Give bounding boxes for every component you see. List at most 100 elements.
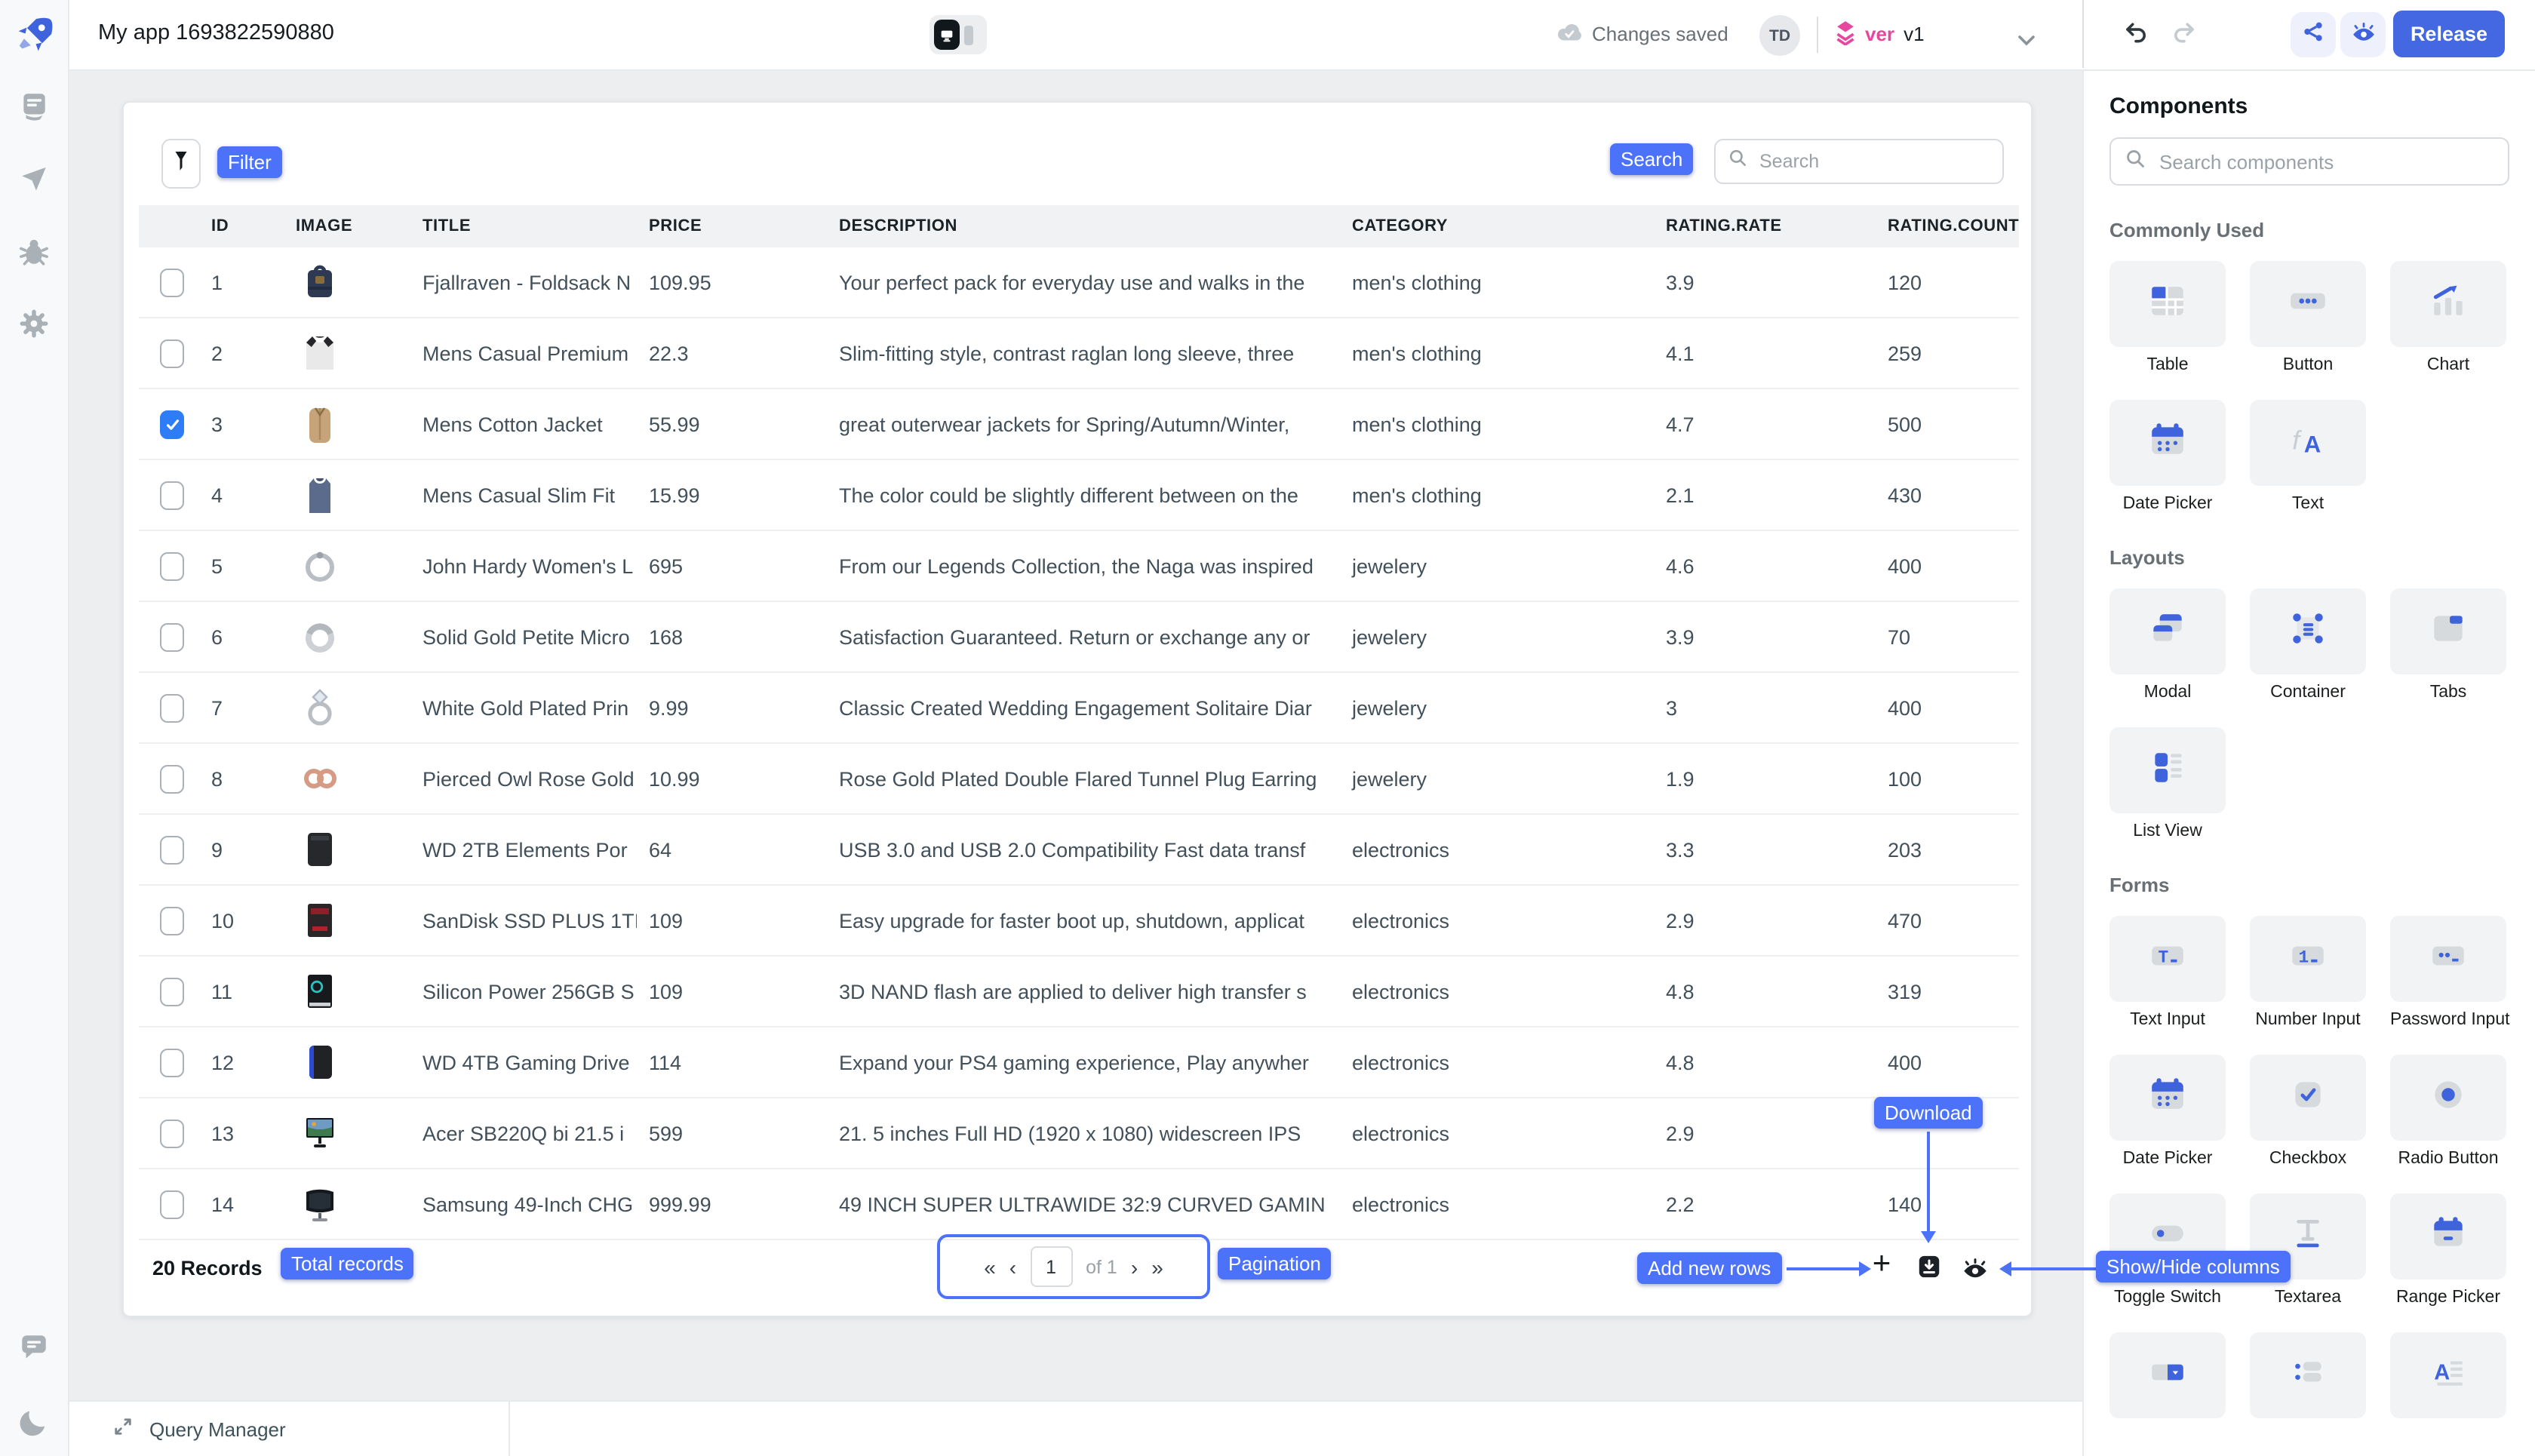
chevron-down-icon[interactable] [2017,27,2036,54]
column-header-rating-count[interactable]: RATING.COUNT [1876,217,2019,235]
debugger-bug-icon[interactable] [18,235,50,267]
mobile-icon[interactable] [964,25,973,45]
table-row[interactable]: 6Solid Gold Petite Micro168Satisfaction … [139,602,2019,673]
dark-mode-moon-icon[interactable] [18,1406,50,1438]
show-hide-columns-button[interactable] [1962,1257,1989,1286]
query-manager-bar[interactable]: Query Manager [69,1400,2082,1456]
row-checkbox[interactable] [160,906,184,935]
inspector-cursor-icon[interactable] [18,163,50,195]
component-card-textarea[interactable]: Textarea [2250,1193,2366,1307]
component-card-table[interactable]: Table [2109,261,2226,374]
component-card-text[interactable]: fAText [2250,400,2366,513]
row-checkbox-checked[interactable] [160,410,184,438]
table-row[interactable]: 11Silicon Power 256GB S1093D NAND flash … [139,957,2019,1027]
component-card-list-view[interactable]: List View [2109,727,2226,840]
row-checkbox[interactable] [160,693,184,722]
component-card-container[interactable]: Container [2250,588,2366,702]
table-row[interactable]: 14Samsung 49-Inch CHG999.9949 INCH SUPER… [139,1169,2019,1240]
row-checkbox[interactable] [160,481,184,509]
component-card-chart[interactable]: Chart [2390,261,2506,374]
table-header-row: IDIMAGETITLEPRICEDESCRIPTIONCATEGORYRATI… [139,205,2019,247]
row-checkbox[interactable] [160,977,184,1006]
component-card-tabs[interactable]: Tabs [2390,588,2506,702]
cell-title: Acer SB220Q bi 21.5 i [410,1122,637,1144]
table-row[interactable]: 3Mens Cotton Jacket55.99great outerwear … [139,389,2019,460]
filter-button[interactable] [161,139,201,189]
component-card-select[interactable] [2109,1332,2226,1427]
column-header-rating-rate[interactable]: RATING.RATE [1654,217,1876,235]
cell-id: 6 [199,625,284,648]
cell-rating-rate: 4.8 [1654,980,1876,1003]
component-card-modal[interactable]: Modal [2109,588,2226,702]
desktop-icon[interactable] [934,20,960,50]
row-checkbox[interactable] [160,1119,184,1147]
cell-rating-rate: 2.2 [1654,1193,1876,1215]
app-logo-rocket-icon[interactable] [14,15,54,56]
table-row[interactable]: 12WD 4TB Gaming Drive114Expand your PS4 … [139,1027,2019,1098]
user-avatar[interactable]: TD [1759,15,1800,56]
column-header-id[interactable]: ID [199,217,284,235]
component-card-radio-button[interactable]: Radio Button [2390,1055,2506,1168]
component-card-toggle-switch[interactable]: Toggle Switch [2109,1193,2226,1307]
component-card-range-picker[interactable]: Range Picker [2390,1193,2506,1307]
row-checkbox[interactable] [160,1048,184,1077]
table-search-box[interactable] [1714,139,2004,184]
share-button[interactable] [2291,12,2336,57]
table-row[interactable]: 1Fjallraven - Foldsack N109.95Your perfe… [139,247,2019,318]
comments-icon[interactable] [18,1332,50,1364]
column-header-price[interactable]: PRICE [637,217,827,235]
desktop-mobile-toggle[interactable] [930,15,987,54]
row-checkbox[interactable] [160,835,184,864]
components-search-input[interactable] [2156,149,2494,174]
version-selector[interactable]: ver v1 [1835,20,1925,49]
column-header-category[interactable]: CATEGORY [1340,217,1654,235]
component-card-richtext[interactable]: A [2390,1332,2506,1427]
column-header-description[interactable]: DESCRIPTION [827,217,1340,235]
cell-price: 64 [637,838,827,861]
row-checkbox[interactable] [160,622,184,651]
cell-price: 109 [637,980,827,1003]
expand-icon[interactable] [113,1416,133,1443]
redo-button[interactable] [2171,21,2197,52]
cell-description: Easy upgrade for faster boot up, shutdow… [827,909,1340,932]
row-checkbox[interactable] [160,551,184,580]
table-row[interactable]: 5John Hardy Women's L695From our Legends… [139,531,2019,602]
table-row[interactable]: 9WD 2TB Elements Por64USB 3.0 and USB 2.… [139,815,2019,886]
column-header-title[interactable]: TITLE [410,217,637,235]
table-row[interactable]: 2Mens Casual Premium22.3Slim-fitting sty… [139,318,2019,389]
add-new-rows-annotation-badge: Add new rows [1637,1252,1781,1284]
component-card-checkbox[interactable]: Checkbox [2250,1055,2366,1168]
table-search-input[interactable] [1756,149,2005,174]
cell-price: 55.99 [637,413,827,435]
table-widget[interactable]: IDIMAGETITLEPRICEDESCRIPTIONCATEGORYRATI… [122,101,2033,1317]
column-header-image[interactable]: IMAGE [284,217,410,235]
component-label: Password Input [2390,1011,2506,1029]
component-card-date-picker[interactable]: Date Picker [2109,1055,2226,1168]
component-label: Tabs [2390,683,2506,702]
component-card-password-input[interactable]: Password Input [2390,916,2506,1029]
table-row[interactable]: 4Mens Casual Slim Fit15.99The color coul… [139,460,2019,531]
data-table: IDIMAGETITLEPRICEDESCRIPTIONCATEGORYRATI… [139,205,2019,1240]
row-checkbox[interactable] [160,764,184,793]
components-search-box[interactable] [2109,137,2509,186]
cell-description: USB 3.0 and USB 2.0 Compatibility Fast d… [827,838,1340,861]
table-row[interactable]: 10SanDisk SSD PLUS 1TI109Easy upgrade fo… [139,886,2019,957]
app-title[interactable]: My app 1693822590880 [98,21,334,45]
release-button[interactable]: Release [2393,11,2505,57]
pages-icon[interactable] [18,91,50,122]
row-checkbox[interactable] [160,1190,184,1218]
undo-button[interactable] [2123,21,2149,52]
component-card-multiselect[interactable] [2250,1332,2366,1427]
component-card-button[interactable]: Button [2250,261,2366,374]
row-checkbox[interactable] [160,268,184,296]
table-row[interactable]: 13Acer SB220Q bi 21.5 i59921. 5 inches F… [139,1098,2019,1169]
settings-gear-icon[interactable] [18,308,50,339]
table-row[interactable]: 8Pierced Owl Rose Gold10.99Rose Gold Pla… [139,744,2019,815]
component-card-date-picker[interactable]: Date Picker [2109,400,2226,513]
component-card-number-input[interactable]: 1Number Input [2250,916,2366,1029]
download-button[interactable] [1916,1254,1942,1287]
component-card-text-input[interactable]: TText Input [2109,916,2226,1029]
table-row[interactable]: 7White Gold Plated Prin9.99Classic Creat… [139,673,2019,744]
row-checkbox[interactable] [160,339,184,367]
preview-button[interactable] [2340,12,2386,57]
